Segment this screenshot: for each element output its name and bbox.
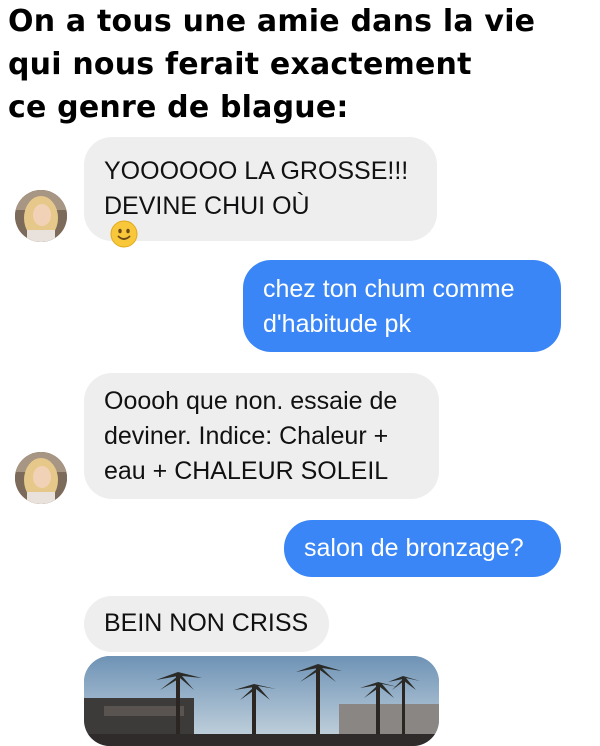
message-text: deviner. Indice: Chaleur +: [104, 422, 389, 450]
slightly-smiling-face-icon: [110, 220, 417, 258]
caption-line-1: On a tous une amie dans la vie: [8, 4, 536, 39]
message-bubble-outgoing[interactable]: salon de bronzage?: [284, 520, 561, 577]
message-text: eau + CHALEUR SOLEIL: [104, 457, 389, 485]
message-text: YOOOOOO LA GROSSE!!!: [104, 157, 409, 185]
message-bubble-incoming[interactable]: BEIN NON CRISS: [84, 596, 329, 652]
meme-caption: On a tous une amie dans la vie qui nous …: [8, 0, 598, 129]
caption-line-3: ce genre de blague:: [8, 90, 349, 125]
message-text: Ooooh que non. essaie de: [104, 387, 398, 415]
contact-avatar[interactable]: [15, 190, 67, 242]
message-bubble-incoming[interactable]: Ooooh que non. essaie de deviner. Indice…: [84, 373, 439, 499]
photo-message[interactable]: [84, 656, 439, 746]
message-bubble-outgoing[interactable]: chez ton chum comme d'habitude pk: [243, 260, 561, 352]
message-text: chez ton chum comme: [263, 275, 515, 303]
contact-avatar[interactable]: [15, 452, 67, 504]
message-text: salon de bronzage?: [304, 534, 524, 562]
message-text: DEVINE CHUI OÙ: [104, 189, 417, 258]
caption-line-2: qui nous ferait exactement: [8, 47, 472, 82]
message-bubble-incoming[interactable]: YOOOOOO LA GROSSE!!! DEVINE CHUI OÙ: [84, 137, 437, 248]
message-text: BEIN NON CRISS: [104, 609, 309, 637]
message-text: d'habitude pk: [263, 310, 411, 338]
palm-trees-photo: [84, 656, 439, 746]
